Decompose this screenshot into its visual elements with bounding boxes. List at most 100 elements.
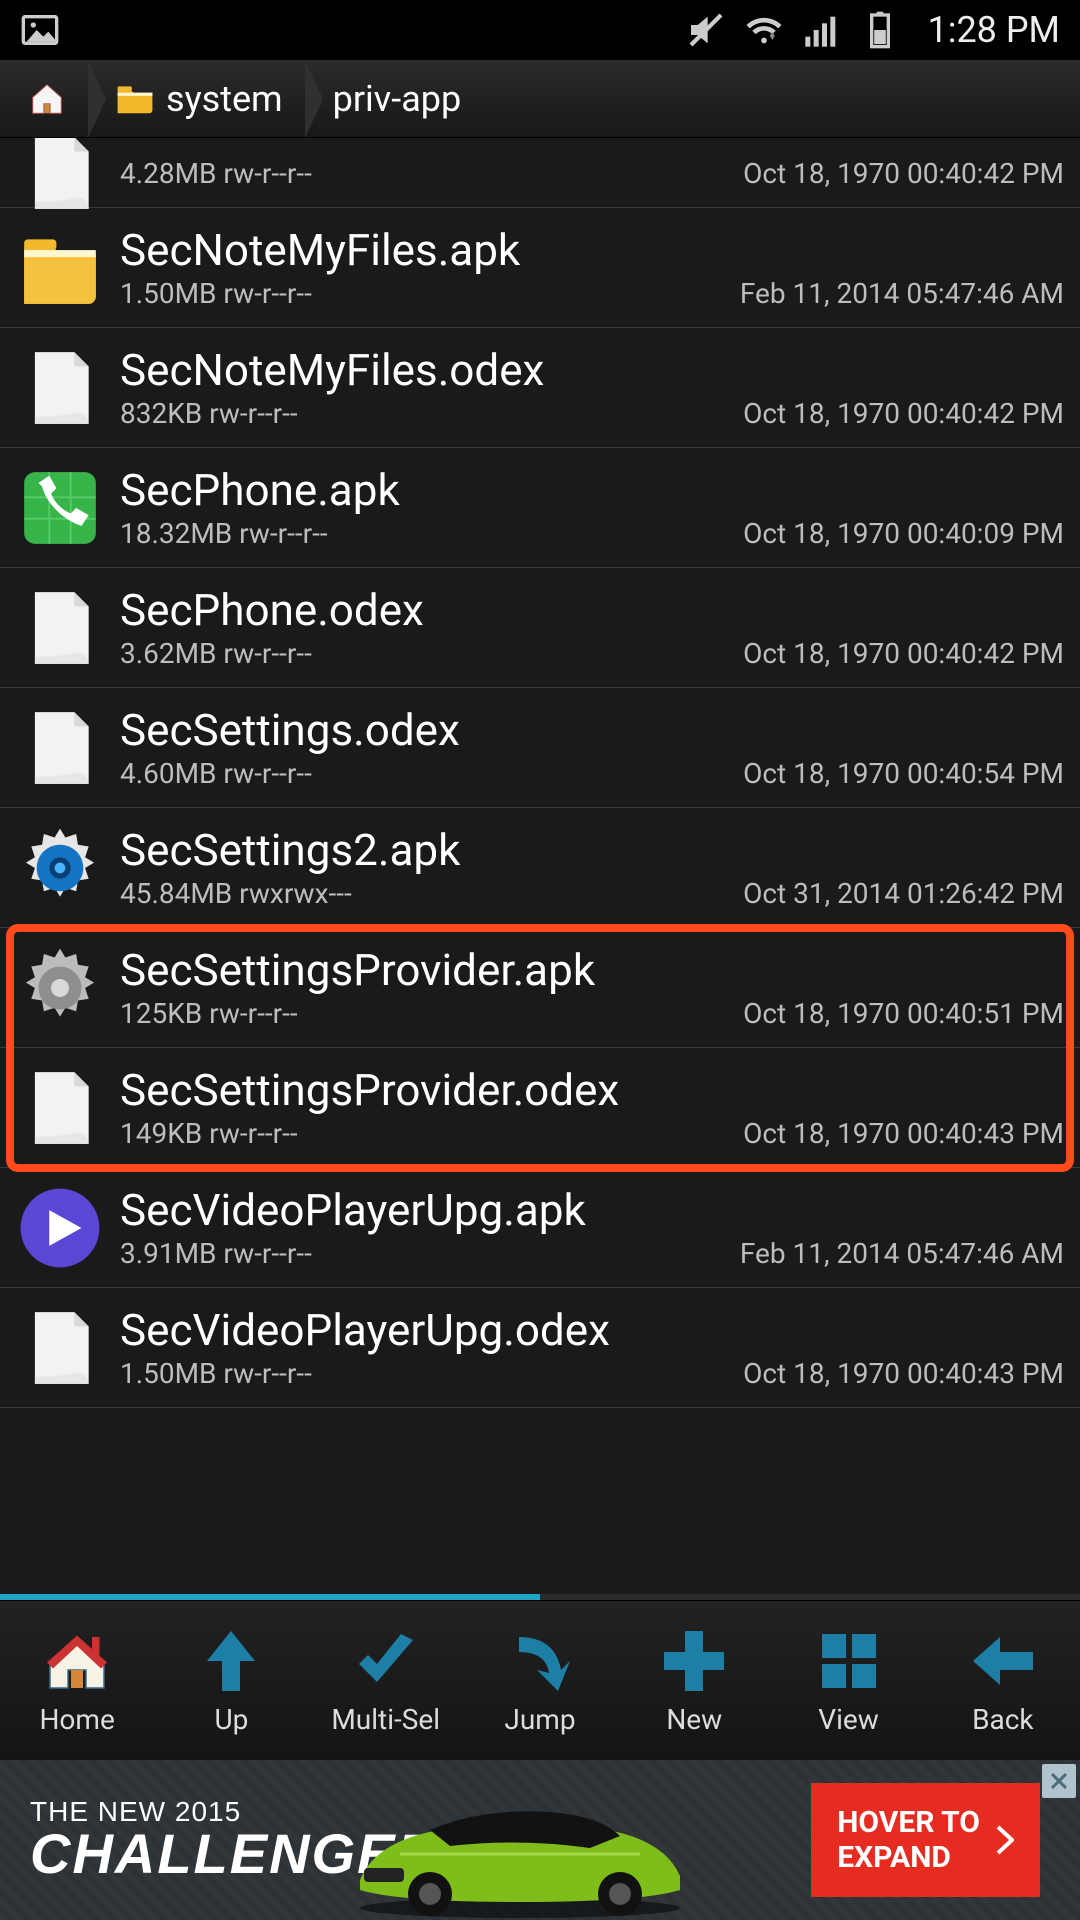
file-list[interactable]: 4.28MB rw-r--r--Oct 18, 1970 00:40:42 PM… bbox=[0, 138, 1080, 1600]
view-button-label: View bbox=[818, 1703, 879, 1736]
file-date: Oct 18, 1970 00:40:42 PM bbox=[743, 397, 1064, 430]
file-row[interactable]: SecPhone.odex3.62MB rw-r--r--Oct 18, 197… bbox=[0, 568, 1080, 688]
file-name: SecNoteMyFiles.odex bbox=[120, 345, 1064, 396]
file-row[interactable]: SecNoteMyFiles.apk1.50MB rw-r--r--Feb 11… bbox=[0, 208, 1080, 328]
file-date: Oct 18, 1970 00:40:42 PM bbox=[743, 157, 1064, 190]
signal-icon bbox=[802, 10, 842, 50]
home-icon bbox=[41, 1625, 113, 1697]
phone-icon bbox=[14, 462, 106, 554]
file-meta: 125KB rw-r--r-- bbox=[120, 997, 743, 1030]
gear-gray-icon bbox=[14, 942, 106, 1034]
up-button[interactable]: Up bbox=[154, 1601, 308, 1760]
file-date: Oct 18, 1970 00:40:42 PM bbox=[743, 637, 1064, 670]
close-icon bbox=[1049, 1771, 1069, 1791]
file-icon bbox=[14, 143, 106, 203]
ad-close-button[interactable] bbox=[1042, 1764, 1076, 1798]
breadcrumb-priv-app[interactable]: priv-app bbox=[305, 60, 484, 137]
home-button-label: Home bbox=[39, 1703, 114, 1736]
wifi-icon bbox=[744, 10, 784, 50]
breadcrumb-priv-app-label: priv-app bbox=[333, 78, 462, 120]
file-meta: 4.28MB rw-r--r-- bbox=[120, 157, 743, 190]
folder-icon bbox=[14, 222, 106, 314]
file-icon bbox=[14, 1062, 106, 1154]
battery-icon bbox=[860, 10, 900, 50]
file-meta: 1.50MB rw-r--r-- bbox=[120, 277, 740, 310]
ad-cta-line2: EXPAND bbox=[837, 1840, 980, 1875]
file-name: SecNoteMyFiles.apk bbox=[120, 225, 1064, 276]
breadcrumb: system priv-app bbox=[0, 60, 1080, 138]
breadcrumb-home[interactable] bbox=[0, 60, 88, 137]
file-row[interactable]: SecVideoPlayerUpg.apk3.91MB rw-r--r--Feb… bbox=[0, 1168, 1080, 1288]
file-row[interactable]: SecNoteMyFiles.odex832KB rw-r--r--Oct 18… bbox=[0, 328, 1080, 448]
file-date: Oct 18, 1970 00:40:51 PM bbox=[743, 997, 1064, 1030]
mute-icon bbox=[686, 10, 726, 50]
gear-blue-icon bbox=[14, 822, 106, 914]
file-icon bbox=[14, 1302, 106, 1394]
up-button-label: Up bbox=[214, 1703, 248, 1736]
file-date: Oct 18, 1970 00:40:43 PM bbox=[743, 1357, 1064, 1390]
back-button[interactable]: Back bbox=[926, 1601, 1080, 1760]
file-date: Oct 31, 2014 01:26:42 PM bbox=[743, 877, 1064, 910]
jump-button[interactable]: Jump bbox=[463, 1601, 617, 1760]
file-row[interactable]: SecVideoPlayerUpg.odex1.50MB rw-r--r--Oc… bbox=[0, 1288, 1080, 1408]
toolbar: Home Up Multi-Sel Jump New View Back bbox=[0, 1600, 1080, 1760]
jump-arrow-icon bbox=[504, 1625, 576, 1697]
arrow-up-icon bbox=[195, 1625, 267, 1697]
play-icon bbox=[14, 1182, 106, 1274]
file-row[interactable]: 4.28MB rw-r--r--Oct 18, 1970 00:40:42 PM bbox=[0, 138, 1080, 208]
home-icon bbox=[28, 80, 66, 118]
ad-banner[interactable]: THE NEW 2015 CHALLENGER HOVER TO EXPAND bbox=[0, 1760, 1080, 1920]
file-icon bbox=[14, 342, 106, 434]
file-name: SecSettings2.apk bbox=[120, 825, 1064, 876]
file-name: SecVideoPlayerUpg.odex bbox=[120, 1305, 1064, 1356]
file-meta: 3.91MB rw-r--r-- bbox=[120, 1237, 740, 1270]
view-button[interactable]: View bbox=[771, 1601, 925, 1760]
file-date: Oct 18, 1970 00:40:43 PM bbox=[743, 1117, 1064, 1150]
new-button-label: New bbox=[666, 1703, 722, 1736]
file-row[interactable]: SecSettings.odex4.60MB rw-r--r--Oct 18, … bbox=[0, 688, 1080, 808]
file-date: Oct 18, 1970 00:40:09 PM bbox=[743, 517, 1064, 550]
chevron-right-icon bbox=[996, 1825, 1014, 1855]
file-date: Feb 11, 2014 05:47:46 AM bbox=[740, 277, 1064, 310]
plus-icon bbox=[658, 1625, 730, 1697]
back-button-label: Back bbox=[972, 1703, 1034, 1736]
file-date: Oct 18, 1970 00:40:54 PM bbox=[743, 757, 1064, 790]
arrow-left-icon bbox=[967, 1625, 1039, 1697]
home-button[interactable]: Home bbox=[0, 1601, 154, 1760]
file-row[interactable]: SecSettingsProvider.odex149KB rw-r--r--O… bbox=[0, 1048, 1080, 1168]
car-image bbox=[340, 1790, 700, 1920]
ad-cta-button[interactable]: HOVER TO EXPAND bbox=[811, 1783, 1040, 1897]
file-meta: 3.62MB rw-r--r-- bbox=[120, 637, 743, 670]
ad-cta-line1: HOVER TO bbox=[837, 1805, 980, 1840]
file-meta: 149KB rw-r--r-- bbox=[120, 1117, 743, 1150]
multi-sel-button-label: Multi-Sel bbox=[331, 1703, 440, 1736]
file-row[interactable]: SecSettingsProvider.apk125KB rw-r--r--Oc… bbox=[0, 928, 1080, 1048]
breadcrumb-system[interactable]: system bbox=[88, 60, 305, 137]
file-name: SecSettings.odex bbox=[120, 705, 1064, 756]
file-row[interactable]: SecPhone.apk18.32MB rw-r--r--Oct 18, 197… bbox=[0, 448, 1080, 568]
new-button[interactable]: New bbox=[617, 1601, 771, 1760]
file-meta: 18.32MB rw-r--r-- bbox=[120, 517, 743, 550]
file-meta: 832KB rw-r--r-- bbox=[120, 397, 743, 430]
file-date: Feb 11, 2014 05:47:46 AM bbox=[740, 1237, 1064, 1270]
file-name: SecPhone.apk bbox=[120, 465, 1064, 516]
file-icon bbox=[14, 582, 106, 674]
picture-icon bbox=[20, 10, 60, 50]
file-meta: 1.50MB rw-r--r-- bbox=[120, 1357, 743, 1390]
file-icon bbox=[14, 702, 106, 794]
folder-icon bbox=[116, 84, 154, 114]
breadcrumb-system-label: system bbox=[166, 78, 283, 120]
file-name: SecSettingsProvider.odex bbox=[120, 1065, 1064, 1116]
scroll-indicator bbox=[0, 1594, 1080, 1600]
file-meta: 4.60MB rw-r--r-- bbox=[120, 757, 743, 790]
file-name: SecVideoPlayerUpg.apk bbox=[120, 1185, 1064, 1236]
file-row[interactable]: SecSettings2.apk45.84MB rwxrwx---Oct 31,… bbox=[0, 808, 1080, 928]
jump-button-label: Jump bbox=[504, 1703, 575, 1736]
file-meta: 45.84MB rwxrwx--- bbox=[120, 877, 743, 910]
grid-icon bbox=[813, 1625, 885, 1697]
file-name: SecSettingsProvider.apk bbox=[120, 945, 1064, 996]
multi-sel-button[interactable]: Multi-Sel bbox=[309, 1601, 463, 1760]
status-clock: 1:28 PM bbox=[928, 9, 1061, 51]
file-name: SecPhone.odex bbox=[120, 585, 1064, 636]
status-bar: 1:28 PM bbox=[0, 0, 1080, 60]
